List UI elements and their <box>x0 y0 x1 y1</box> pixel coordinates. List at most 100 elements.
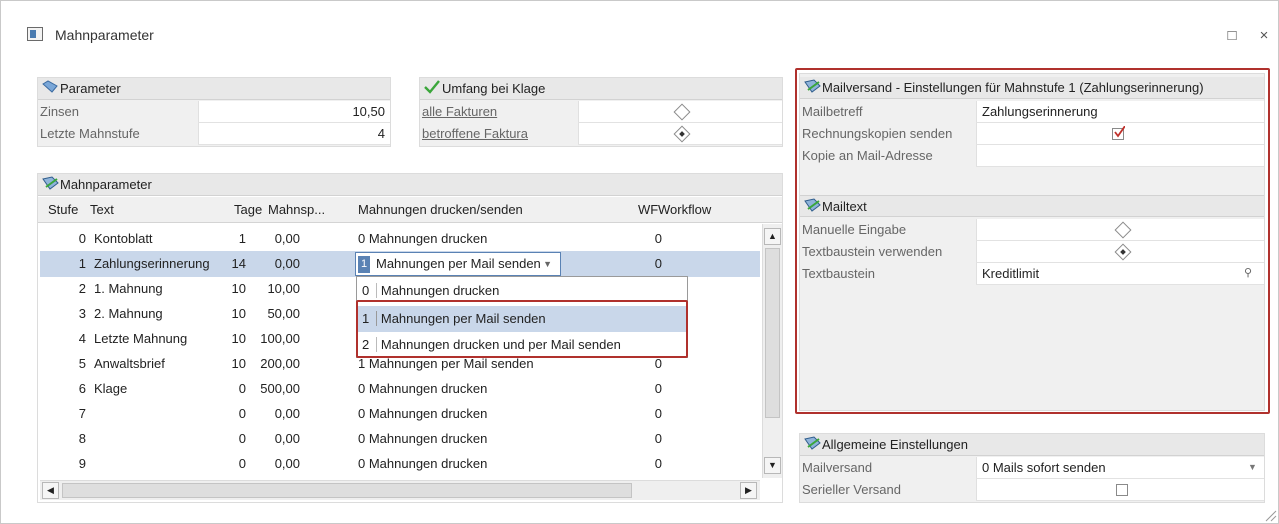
mail-pen-icon <box>804 78 822 100</box>
parameter-header: Parameter <box>38 78 390 100</box>
parameter-title: Parameter <box>60 81 121 96</box>
kopie-mail-adresse-field[interactable] <box>976 145 1264 166</box>
table-row[interactable]: 8 0 0,00 0 Mahnungen drucken 0 <box>40 426 760 452</box>
cell-mahnsp: 0,00 <box>274 256 300 271</box>
mailtext-row-textbaustein-verwenden[interactable]: Textbaustein verwenden <box>800 241 1264 263</box>
cell-stufe: 2 <box>78 281 86 296</box>
mailbetreff-field[interactable]: Zahlungserinnerung <box>976 101 1264 122</box>
col-wf[interactable]: WF <box>638 197 658 223</box>
mailtext-label: Textbaustein verwenden <box>800 241 976 263</box>
col-stufe[interactable]: Stufe <box>48 197 78 223</box>
umfang-panel: Umfang bei Klage alle Fakturen betroffen… <box>419 77 783 147</box>
editor-value: 1 <box>358 256 370 273</box>
cell-text: 2. Mahnung <box>94 306 163 321</box>
checkmark-icon <box>424 79 442 101</box>
window-icon <box>27 27 43 41</box>
chevron-down-icon[interactable]: ▼ <box>543 253 552 275</box>
cell-stufe: 5 <box>78 356 86 371</box>
cell-stufe: 3 <box>78 306 86 321</box>
parameter-panel: Parameter Zinsen 10,50 Letzte Mahnstufe … <box>37 77 391 147</box>
allgemein-label: Mailversand <box>800 457 976 479</box>
serieller-versand-checkbox[interactable] <box>1116 484 1128 496</box>
scroll-down-icon[interactable]: ▼ <box>764 457 781 474</box>
table-row[interactable]: 6 Klage 0 500,00 0 Mahnungen drucken 0 <box>40 376 760 402</box>
cell-mode: 0 Mahnungen drucken <box>358 381 488 396</box>
table-row[interactable]: 0 Kontoblatt 1 0,00 0 Mahnungen drucken 0 <box>40 226 760 252</box>
mahnparameter-grid-panel: Mahnparameter Stufe Text Tage Mahnsp... … <box>37 173 783 503</box>
cell-mahnsp: 100,00 <box>260 331 300 346</box>
cell-tage: 10 <box>231 356 246 371</box>
umfang-header: Umfang bei Klage <box>420 78 782 100</box>
mailtext-row-manuell[interactable]: Manuelle Eingabe <box>800 219 1264 241</box>
grid-horizontal-scrollbar[interactable]: ◀ ▶ <box>40 480 760 500</box>
grid-vertical-scrollbar[interactable]: ▲ ▼ <box>762 224 782 478</box>
grid-title: Mahnparameter <box>60 177 152 192</box>
textbaustein-field[interactable]: Kreditlimit <box>976 263 1264 284</box>
cell-mahnsp: 500,00 <box>260 381 300 396</box>
cell-mode: 0 Mahnungen drucken <box>358 406 488 421</box>
mail-pen-icon <box>804 197 822 219</box>
table-row[interactable]: 7 0 0,00 0 Mahnungen drucken 0 <box>40 401 760 427</box>
cell-tage: 10 <box>231 281 246 296</box>
umfang-row-alle[interactable]: alle Fakturen <box>420 101 782 123</box>
col-mode[interactable]: Mahnungen drucken/senden <box>358 197 523 223</box>
resize-grip-icon[interactable] <box>1263 508 1277 522</box>
col-workflow[interactable]: Workflow <box>658 197 711 223</box>
cell-mahnsp: 50,00 <box>267 306 300 321</box>
cell-mode: 0 Mahnungen drucken <box>358 431 488 446</box>
folder-arrow-icon <box>42 79 60 101</box>
highlight-box-dropdown <box>356 300 688 358</box>
cell-text: Letzte Mahnung <box>94 331 188 346</box>
cell-stufe: 9 <box>78 456 86 471</box>
cell-stufe: 7 <box>78 406 86 421</box>
letzte-mahnstufe-field[interactable]: 4 <box>198 123 390 144</box>
cell-stufe: 0 <box>78 231 86 246</box>
chevron-down-icon[interactable]: ▼ <box>1248 457 1257 478</box>
mailversand-panel: Mailversand - Einstellungen für Mahnstuf… <box>799 73 1265 411</box>
umfang-label: betroffene Faktura <box>420 123 578 145</box>
param-row-letzte-mahnstufe: Letzte Mahnstufe 4 <box>38 123 390 145</box>
cell-tage: 10 <box>231 331 246 346</box>
col-mahnsp[interactable]: Mahnsp... <box>268 197 325 223</box>
mailtext-label: Manuelle Eingabe <box>800 219 976 241</box>
rechnungskopien-checkbox[interactable] <box>1112 126 1125 140</box>
zinsen-field[interactable]: 10,50 <box>198 101 390 122</box>
table-row[interactable]: 9 0 0,00 0 Mahnungen drucken 0 <box>40 451 760 477</box>
mode-combo-editor[interactable]: 1 Mahnungen per Mail senden ▼ <box>355 252 561 276</box>
close-icon[interactable]: × <box>1255 27 1273 45</box>
cell-mode: 0 Mahnungen drucken <box>358 456 488 471</box>
mailtext-header: Mailtext <box>800 195 1264 217</box>
cell-text: Zahlungserinnerung <box>94 256 210 271</box>
scroll-right-icon[interactable]: ▶ <box>740 482 757 499</box>
cell-stufe: 6 <box>78 381 86 396</box>
search-icon[interactable]: ⚲ <box>1244 263 1252 284</box>
cell-text: Kontoblatt <box>94 231 153 246</box>
cell-text: Klage <box>94 381 128 396</box>
cell-tage: 0 <box>238 431 246 446</box>
mail-label: Rechnungskopien senden <box>800 123 976 145</box>
scroll-left-icon[interactable]: ◀ <box>42 482 59 499</box>
col-text[interactable]: Text <box>90 197 114 223</box>
allgemein-title: Allgemeine Einstellungen <box>822 437 968 452</box>
scroll-thumb[interactable] <box>765 248 780 418</box>
cell-tage: 14 <box>231 256 246 271</box>
cell-mahnsp: 0,00 <box>274 456 300 471</box>
mail-pen-icon <box>804 435 822 457</box>
param-label: Letzte Mahnstufe <box>38 123 198 145</box>
cell-mahnsp: 0,00 <box>274 231 300 246</box>
mailversand-select[interactable]: 0 Mails sofort senden <box>976 457 1264 478</box>
param-label: Zinsen <box>38 101 198 123</box>
cell-wf: 0 <box>654 231 662 246</box>
hscroll-thumb[interactable] <box>62 483 632 498</box>
umfang-row-betroffene[interactable]: betroffene Faktura <box>420 123 782 145</box>
maximize-icon[interactable]: □ <box>1223 27 1241 45</box>
allgemein-panel: Allgemeine Einstellungen Mailversand 0 M… <box>799 433 1265 503</box>
cell-wf: 0 <box>654 256 662 271</box>
cell-tage: 0 <box>238 456 246 471</box>
col-tage[interactable]: Tage <box>234 197 262 223</box>
cell-stufe: 1 <box>78 256 86 271</box>
scroll-up-icon[interactable]: ▲ <box>764 228 781 245</box>
cell-wf: 0 <box>654 456 662 471</box>
cell-mode: 0 Mahnungen drucken <box>358 231 488 246</box>
cell-mahnsp: 0,00 <box>274 406 300 421</box>
